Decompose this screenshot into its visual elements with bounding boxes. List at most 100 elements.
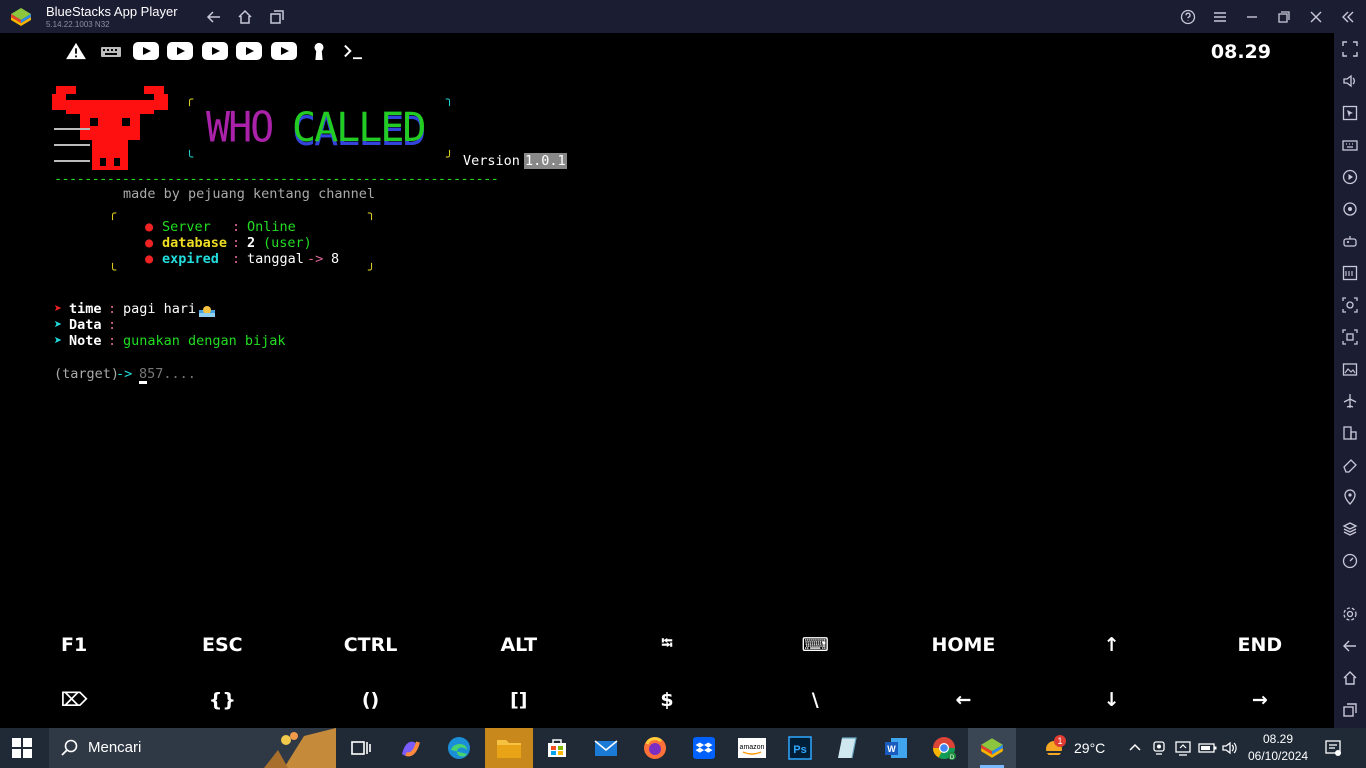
battery-icon[interactable]: [1198, 741, 1218, 755]
notes-app-icon[interactable]: [834, 734, 862, 762]
banner-called: CALLED: [292, 105, 426, 151]
time-arrow-icon: ➤: [54, 301, 63, 317]
macro-button[interactable]: [1342, 169, 1358, 185]
notification-center-icon[interactable]: [1324, 739, 1342, 757]
fullscreen-button[interactable]: [1342, 41, 1358, 57]
amazon-icon[interactable]: amazon: [737, 734, 767, 762]
extra-keys-row-1: F1 ESC CTRL ALT ⭾ ⌨ HOME ↑ END: [0, 618, 1334, 672]
key-backslash[interactable]: \: [741, 673, 889, 727]
mail-icon[interactable]: [592, 734, 620, 762]
file-explorer-button[interactable]: [485, 728, 533, 768]
prompt-arrow: ->: [116, 366, 133, 382]
sunrise-icon: [199, 306, 215, 317]
hamburger-menu-icon: [1214, 12, 1226, 22]
chrome-icon[interactable]: D: [930, 734, 958, 762]
help-button[interactable]: [1178, 7, 1198, 27]
android-home-button[interactable]: [1342, 670, 1358, 686]
maximize-button[interactable]: [1274, 7, 1294, 27]
word-icon[interactable]: W: [882, 734, 910, 762]
weather-temp[interactable]: 29°C: [1074, 740, 1105, 756]
close-button[interactable]: [1306, 7, 1326, 27]
target-input[interactable]: 857....: [139, 366, 196, 382]
database-sep: :: [232, 235, 241, 251]
key-tab[interactable]: ⭾: [593, 618, 741, 672]
back-button[interactable]: [204, 7, 224, 27]
key-down[interactable]: ↓: [1038, 673, 1186, 727]
microsoft-store-icon[interactable]: [543, 734, 571, 762]
network-icon[interactable]: [1174, 740, 1192, 756]
install-apk-button[interactable]: [1342, 265, 1358, 281]
expired-bullet-icon: ●: [145, 251, 154, 267]
key-end[interactable]: END: [1186, 618, 1334, 672]
banner-bracket-tl: ╭: [186, 92, 194, 106]
info-bracket-bl: ╰: [109, 263, 117, 277]
key-parens[interactable]: (): [296, 673, 444, 727]
android-recents-button[interactable]: [1342, 702, 1358, 718]
performance-button[interactable]: [1342, 553, 1358, 569]
database-unit: (user): [263, 235, 312, 251]
home-icon: [1343, 671, 1357, 685]
taskbar-time[interactable]: 08.29: [1263, 732, 1293, 746]
key-dollar[interactable]: $: [593, 673, 741, 727]
keymap-button[interactable]: [1342, 137, 1358, 153]
record-button[interactable]: [1342, 329, 1358, 345]
window-title: BlueStacks App Player: [46, 4, 178, 19]
screenshot-button[interactable]: [1342, 297, 1358, 313]
webcam-icon[interactable]: [1151, 740, 1167, 756]
server-value: Online: [247, 219, 296, 235]
gauge-icon: [1342, 553, 1358, 569]
banner-bracket-tr: ╮: [446, 92, 454, 106]
key-up[interactable]: ↑: [1038, 618, 1186, 672]
photoshop-icon[interactable]: Ps: [786, 734, 814, 762]
media-manager-button[interactable]: [1342, 361, 1358, 377]
svg-text:Ps: Ps: [793, 744, 806, 756]
info-bracket-tr: ╮: [368, 206, 376, 220]
game-controls-button[interactable]: [1342, 233, 1358, 249]
expired-arrow: ->: [307, 251, 324, 267]
taskbar-search-box[interactable]: Mencari: [49, 728, 336, 768]
home-button[interactable]: [235, 7, 255, 27]
gear-icon: [1343, 607, 1357, 621]
multi-instance-button[interactable]: [1342, 425, 1358, 441]
key-braces[interactable]: {}: [148, 673, 296, 727]
location-button[interactable]: [1342, 489, 1358, 505]
settings-button[interactable]: [1342, 606, 1358, 622]
recent-apps-button[interactable]: [267, 7, 287, 27]
airplane-mode-button[interactable]: [1342, 393, 1358, 409]
bluestacks-taskbar-button[interactable]: [968, 728, 1016, 768]
key-delete[interactable]: ⌦: [0, 673, 148, 727]
android-back-button[interactable]: [1342, 638, 1358, 654]
taskbar-date[interactable]: 06/10/2024: [1248, 749, 1308, 763]
menu-button[interactable]: [1210, 7, 1230, 27]
volume-icon[interactable]: [1221, 740, 1239, 756]
key-alt[interactable]: ALT: [445, 618, 593, 672]
key-brackets[interactable]: []: [445, 673, 593, 727]
key-right[interactable]: →: [1186, 673, 1334, 727]
collapse-sidebar-button[interactable]: [1338, 7, 1358, 27]
pointer-button[interactable]: [1342, 105, 1358, 121]
layers-button[interactable]: [1342, 521, 1358, 537]
key-left[interactable]: ←: [889, 673, 1037, 727]
dropbox-icon[interactable]: [690, 734, 718, 762]
copilot-icon[interactable]: [396, 734, 424, 762]
arrow-left-icon: [1343, 640, 1356, 652]
close-icon: [1310, 11, 1322, 23]
cursor-icon: [1342, 105, 1358, 121]
key-home[interactable]: HOME: [889, 618, 1037, 672]
task-view-icon[interactable]: [347, 734, 375, 762]
edge-browser-icon[interactable]: [445, 734, 473, 762]
warning-icon: [66, 42, 86, 60]
key-esc[interactable]: ESC: [148, 618, 296, 672]
key-ctrl[interactable]: CTRL: [296, 618, 444, 672]
chevron-up-icon[interactable]: [1128, 741, 1142, 755]
rotate-button[interactable]: [1342, 201, 1358, 217]
key-keyboard[interactable]: ⌨: [741, 618, 889, 672]
eco-mode-button[interactable]: [1342, 457, 1358, 473]
firefox-icon[interactable]: [641, 734, 669, 762]
extra-keys-row-2: ⌦ {} () [] $ \ ← ↓ →: [0, 673, 1334, 727]
volume-button[interactable]: [1342, 73, 1358, 89]
key-f1[interactable]: F1: [0, 618, 148, 672]
minimize-button[interactable]: [1242, 7, 1262, 27]
recent-apps-icon: [1343, 703, 1357, 717]
windows-start-icon[interactable]: [12, 738, 32, 758]
